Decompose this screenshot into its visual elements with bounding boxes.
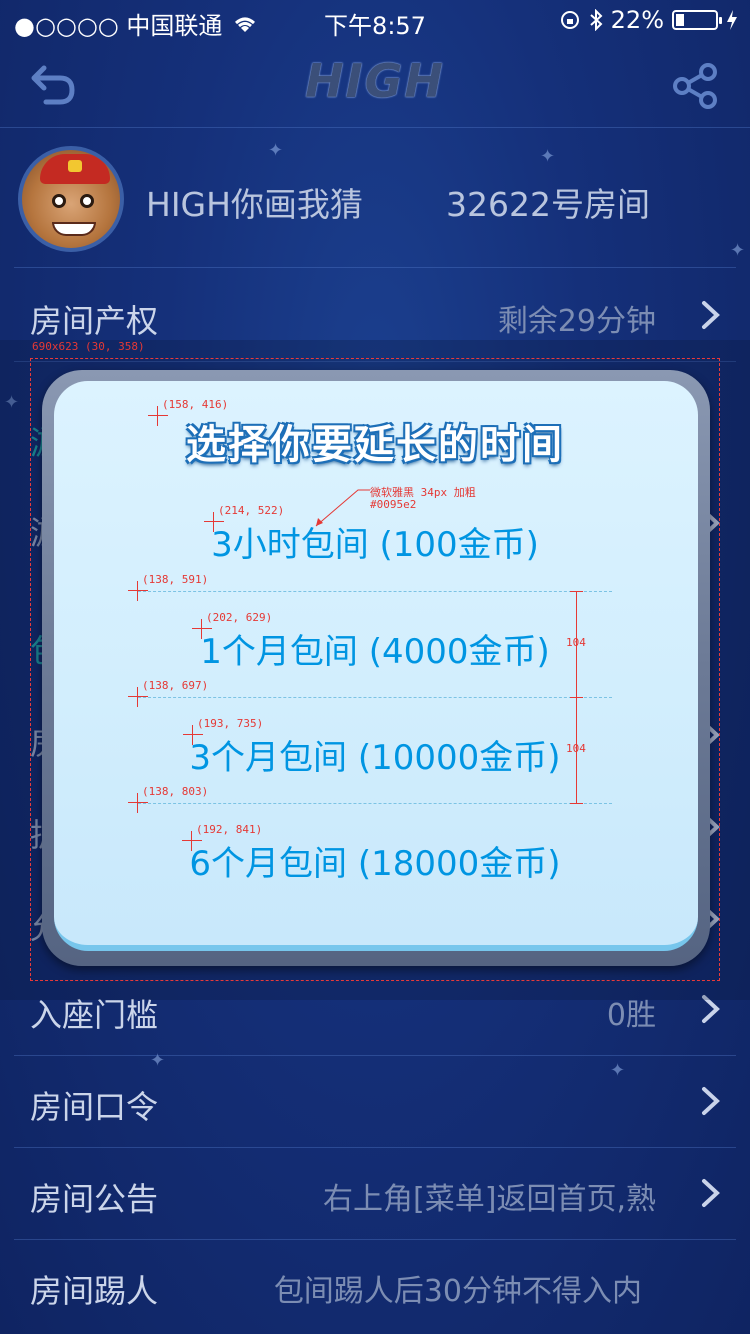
spec-label: (193, 735) [197, 717, 264, 730]
row-value: 右上角[菜单]返回首页,熟 [323, 1182, 656, 1217]
spec-dimension-tick [570, 697, 583, 698]
spec-gap-label: 104 [566, 742, 586, 755]
chevron-right-icon [702, 301, 720, 329]
row-room-kick[interactable]: 房间踢人 包间踢人后30分钟不得入内 [14, 1240, 736, 1332]
battery-percent: 22% [610, 6, 664, 34]
avatar-eye [52, 194, 66, 208]
room-header: HIGH你画我猜 32622号房间 [0, 128, 750, 268]
divider [14, 267, 736, 268]
avatar-eye [80, 194, 94, 208]
room-number: 32622号房间 [446, 185, 650, 224]
spec-frame-label: 690x623 (30, 358) [32, 340, 145, 353]
avatar-hat-gem [68, 160, 82, 172]
spec-label: (138, 697) [142, 679, 209, 692]
nav-bar: HIGH [0, 40, 750, 128]
status-bar: ●○○○○ 中国联通 下午8:57 22% [0, 0, 750, 40]
battery-icon [672, 10, 722, 30]
charging-icon [727, 10, 737, 30]
row-room-notice[interactable]: 房间公告 右上角[菜单]返回首页,熟 [14, 1148, 736, 1240]
spec-frame-outline [30, 358, 720, 981]
spec-label: (138, 591) [142, 573, 209, 586]
spec-label: (202, 629) [206, 611, 273, 624]
room-name: HIGH你画我猜 [146, 185, 363, 224]
spec-dimension-tick [570, 803, 583, 804]
row-room-password[interactable]: 房间口令 [14, 1056, 736, 1148]
spec-label: (138, 803) [142, 785, 209, 798]
chevron-right-icon [702, 1087, 720, 1115]
chevron-right-icon [702, 1179, 720, 1207]
row-label: 房间口令 [30, 1088, 159, 1126]
row-label: 房间踢人 [30, 1272, 159, 1310]
spec-label: (158, 416) [162, 398, 229, 411]
row-label: 房间产权 [30, 302, 159, 340]
spec-label: (192, 841) [196, 823, 263, 836]
avatar[interactable] [18, 146, 124, 252]
row-label: 房间公告 [30, 1180, 159, 1218]
spec-color-note: #0095e2 [370, 498, 417, 511]
bluetooth-icon [589, 9, 603, 31]
spec-pointer [315, 489, 370, 527]
rotation-lock-icon [560, 11, 579, 29]
row-value: 剩余29分钟 [497, 304, 656, 339]
row-value: 包间踢人后30分钟不得入内 [273, 1274, 642, 1309]
spec-gap-label: 104 [566, 636, 586, 649]
clock-text: 下午8:57 [324, 12, 426, 40]
spec-dimension-tick [570, 591, 583, 592]
share-icon[interactable] [672, 62, 720, 110]
spec-label: (214, 522) [218, 504, 285, 517]
app-title: HIGH [305, 54, 445, 108]
avatar-mouth [52, 222, 96, 236]
